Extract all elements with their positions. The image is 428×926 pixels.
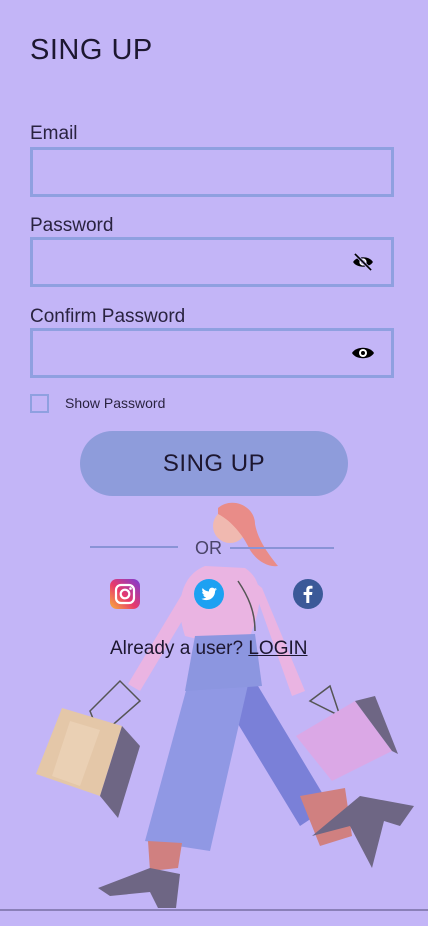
- email-label: Email: [30, 123, 78, 144]
- show-password-checkbox[interactable]: [30, 393, 49, 413]
- login-link[interactable]: LOGIN: [248, 638, 307, 659]
- eye-icon[interactable]: [351, 344, 375, 362]
- divider-line-right: [230, 547, 334, 549]
- password-label: Password: [30, 215, 114, 236]
- email-field[interactable]: [33, 150, 391, 194]
- email-field-box: [30, 147, 394, 197]
- confirm-password-label: Confirm Password: [30, 306, 186, 327]
- divider-line-left: [90, 546, 178, 548]
- shopping-woman-illustration: [36, 502, 414, 908]
- show-password-row: Show Password: [30, 392, 165, 414]
- eye-off-icon[interactable]: [351, 253, 375, 271]
- password-field[interactable]: [33, 240, 391, 284]
- password-field-box: [30, 237, 394, 287]
- instagram-icon[interactable]: [110, 579, 140, 609]
- login-prompt: Already a user? LOGIN: [110, 638, 307, 660]
- facebook-icon[interactable]: [293, 579, 323, 609]
- or-divider: OR: [0, 537, 428, 559]
- login-prompt-text: Already a user?: [110, 638, 249, 659]
- show-password-label: Show Password: [65, 395, 166, 411]
- confirm-password-field-box: [30, 328, 394, 378]
- signup-screen: SING UP Email Password Confirm Password …: [0, 0, 428, 926]
- bottom-divider: [0, 909, 428, 911]
- confirm-password-field[interactable]: [33, 331, 391, 375]
- twitter-icon[interactable]: [194, 579, 224, 609]
- page-title: SING UP: [30, 34, 153, 66]
- signup-button[interactable]: SING UP: [80, 431, 348, 496]
- or-text: OR: [195, 538, 222, 558]
